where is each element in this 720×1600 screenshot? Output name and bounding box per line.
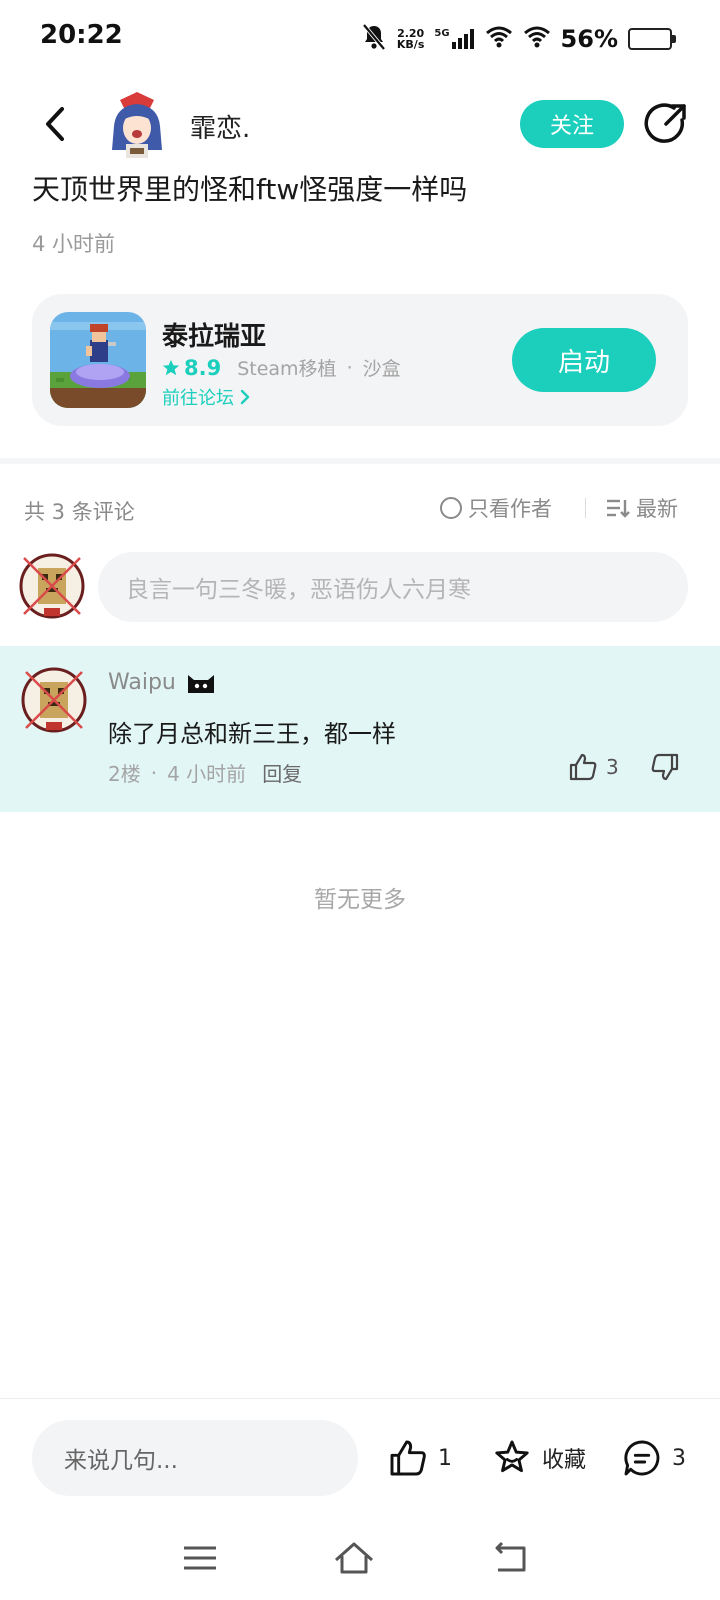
- comment-dislike-button[interactable]: [650, 752, 680, 786]
- home-nav-button[interactable]: [332, 1538, 376, 1578]
- signal-5g-icon: 5G: [434, 28, 474, 50]
- launch-button[interactable]: 启动: [512, 328, 656, 392]
- home-icon: [335, 1542, 373, 1574]
- comments-button[interactable]: 3: [622, 1438, 686, 1478]
- back-arrow-icon: [495, 1541, 526, 1572]
- no-more-label: 暂无更多: [314, 887, 406, 913]
- sort-icon: [607, 499, 630, 518]
- comment-meta-separator: ·: [150, 760, 158, 785]
- post-title: 天顶世界里的怪和ftw怪强度一样吗: [32, 173, 468, 206]
- game-card[interactable]: 泰拉瑞亚 8.9 Steam移植 · 沙盒 前往论坛 启动: [32, 294, 688, 426]
- author-name[interactable]: 霏恋.: [190, 108, 250, 145]
- comment-like-button[interactable]: 3: [568, 752, 619, 782]
- favorite-label: 收藏: [542, 1448, 587, 1473]
- radio-circle-icon: [440, 497, 462, 519]
- wifi-icon: [523, 25, 551, 53]
- bottom-divider: [0, 1398, 720, 1399]
- game-icon: [50, 312, 146, 408]
- author-avatar[interactable]: [106, 90, 168, 158]
- network-type: 5G: [434, 28, 450, 39]
- share-button[interactable]: [644, 102, 688, 146]
- comment-time: 4 小时前: [167, 762, 247, 786]
- mute-bell-icon: [361, 23, 387, 55]
- author-only-label: 只看作者: [468, 497, 552, 521]
- controls-separator: [585, 498, 586, 518]
- battery-icon: [628, 28, 676, 50]
- back-button[interactable]: [32, 102, 76, 146]
- forum-link[interactable]: 前往论坛: [162, 384, 250, 410]
- menu-nav-button[interactable]: [178, 1538, 222, 1578]
- favorite-button[interactable]: 收藏: [492, 1438, 586, 1478]
- comment-item[interactable]: Waipu 除了月总和新三王，都一样 2楼 · 4 小时前 回复 3: [0, 646, 720, 812]
- sort-label: 最新: [636, 497, 678, 521]
- star-outline-icon: [495, 1440, 529, 1473]
- author-only-toggle[interactable]: 只看作者: [440, 493, 552, 523]
- thumbs-up-icon: [390, 1440, 426, 1476]
- bottom-comment-input[interactable]: 来说几句...: [32, 1420, 358, 1496]
- commenter-name-row: Waipu: [108, 670, 216, 695]
- post-like-button[interactable]: 1: [388, 1438, 452, 1478]
- section-divider: [0, 458, 720, 464]
- status-bar: 20:22 2.20 KB/s 5G 56%: [0, 0, 720, 76]
- game-platform: Steam移植: [237, 358, 337, 380]
- comment-input[interactable]: 良言一句三冬暖，恶语伤人六月寒: [98, 552, 688, 622]
- follow-button[interactable]: 关注: [520, 100, 624, 148]
- comment-count: 共 3 条评论: [24, 500, 135, 524]
- post-like-count: 1: [438, 1445, 452, 1471]
- status-icons: 2.20 KB/s 5G 56%: [361, 22, 676, 56]
- my-avatar: [18, 552, 86, 620]
- game-rating-value: 8.9: [184, 355, 222, 380]
- reply-button[interactable]: 回复: [262, 758, 302, 787]
- post-time: 4 小时前: [32, 232, 116, 256]
- network-speed: 2.20 KB/s: [397, 28, 424, 50]
- star-icon: [162, 359, 180, 375]
- menu-icon: [184, 1546, 216, 1570]
- back-nav-button[interactable]: [490, 1538, 534, 1578]
- forum-link-label: 前往论坛: [162, 388, 234, 409]
- thumbs-down-icon: [651, 753, 679, 781]
- system-nav-bar: [0, 1524, 720, 1600]
- battery-percent: 56%: [560, 25, 618, 53]
- game-name: 泰拉瑞亚: [162, 322, 267, 352]
- thumbs-up-icon: [569, 753, 597, 781]
- comment-meta: 2楼 · 4 小时前 回复: [108, 758, 302, 787]
- game-genre: 沙盒: [362, 358, 401, 380]
- share-icon: [644, 103, 686, 143]
- sort-button[interactable]: 最新: [606, 493, 678, 523]
- commenter-name[interactable]: Waipu: [108, 670, 176, 695]
- game-meta: 8.9 Steam移植 · 沙盒: [162, 354, 401, 381]
- status-time: 20:22: [40, 20, 123, 50]
- comment-count-badge: 3: [672, 1445, 686, 1471]
- comment-bubble-icon: [624, 1440, 660, 1476]
- post-header: 霏恋. 关注: [0, 86, 720, 162]
- commenter-avatar[interactable]: [20, 666, 88, 734]
- meta-separator: ·: [346, 356, 353, 379]
- comment-like-count: 3: [606, 755, 619, 779]
- comment-floor: 2楼: [108, 762, 141, 786]
- network-speed-unit: KB/s: [396, 38, 425, 51]
- comment-text: 除了月总和新三王，都一样: [108, 720, 396, 748]
- wifi-plus-icon: [485, 25, 513, 53]
- chevron-right-icon: [240, 389, 250, 405]
- chevron-left-icon: [46, 107, 64, 141]
- game-rating: 8.9: [162, 356, 221, 380]
- cat-badge-icon: [187, 674, 214, 693]
